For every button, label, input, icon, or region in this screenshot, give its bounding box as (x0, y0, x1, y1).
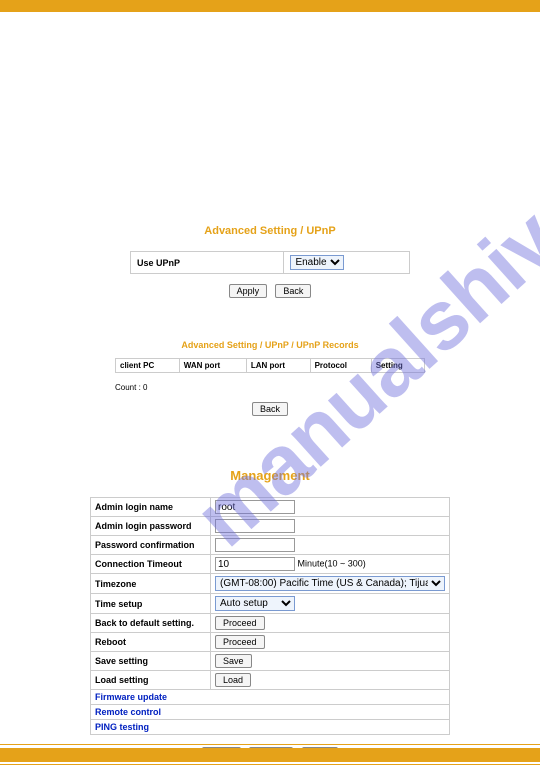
timezone-select[interactable]: (GMT-08:00) Pacific Time (US & Canada); … (215, 576, 445, 591)
records-section: Advanced Setting / UPnP / UPnP Records c… (0, 340, 540, 416)
load-cell: Load (211, 671, 450, 690)
ping-testing-link[interactable]: PING testing (91, 720, 450, 735)
bottom-line-1 (0, 744, 540, 745)
mgmt-section: Management Admin login name Admin login … (0, 468, 540, 761)
pw-confirm-label: Password confirmation (91, 536, 211, 555)
reboot-proceed-button[interactable]: Proceed (215, 635, 265, 649)
load-label: Load setting (91, 671, 211, 690)
mgmt-title: Management (0, 468, 540, 483)
mgmt-table: Admin login name Admin login password Pa… (90, 497, 450, 735)
top-bar (0, 0, 540, 12)
login-pw-cell (211, 517, 450, 536)
upnp-apply-button[interactable]: Apply (229, 284, 268, 298)
save-label: Save setting (91, 652, 211, 671)
timeout-cell: Minute(10 ~ 300) (211, 555, 450, 574)
records-table: client PC WAN port LAN port Protocol Set… (115, 358, 425, 373)
upnp-table: Use UPnP Enable (130, 251, 410, 274)
timezone-cell: (GMT-08:00) Pacific Time (US & Canada); … (211, 574, 450, 594)
bottom-line-2 (0, 764, 540, 765)
records-back-button[interactable]: Back (252, 402, 288, 416)
time-setup-cell: Auto setup (211, 594, 450, 614)
pw-confirm-input[interactable] (215, 538, 295, 552)
pw-confirm-cell (211, 536, 450, 555)
upnp-title: Advanced Setting / UPnP (0, 225, 540, 237)
time-setup-select[interactable]: Auto setup (215, 596, 295, 611)
col-setting: Setting (371, 359, 424, 373)
default-cell: Proceed (211, 614, 450, 633)
records-count: Count : 0 (115, 383, 540, 392)
col-protocol: Protocol (310, 359, 371, 373)
timeout-label: Connection Timeout (91, 555, 211, 574)
records-title: Advanced Setting / UPnP / UPnP Records (0, 340, 540, 350)
upnp-btn-row: Apply Back (0, 284, 540, 298)
use-upnp-select[interactable]: Enable (290, 255, 344, 270)
col-lan: LAN port (246, 359, 310, 373)
load-button[interactable]: Load (215, 673, 251, 687)
col-wan: WAN port (179, 359, 246, 373)
use-upnp-cell: Enable (284, 252, 410, 274)
login-name-input[interactable] (215, 500, 295, 514)
login-pw-input[interactable] (215, 519, 295, 533)
login-name-cell (211, 498, 450, 517)
firmware-update-link[interactable]: Firmware update (91, 690, 450, 705)
login-name-label: Admin login name (91, 498, 211, 517)
timeout-hint: Minute(10 ~ 300) (298, 559, 366, 569)
save-cell: Save (211, 652, 450, 671)
bottom-bar (0, 748, 540, 762)
save-button[interactable]: Save (215, 654, 252, 668)
timezone-label: Timezone (91, 574, 211, 594)
use-upnp-label: Use UPnP (131, 252, 284, 274)
default-proceed-button[interactable]: Proceed (215, 616, 265, 630)
timeout-input[interactable] (215, 557, 295, 571)
upnp-section: Advanced Setting / UPnP Use UPnP Enable … (0, 225, 540, 298)
reboot-label: Reboot (91, 633, 211, 652)
time-setup-label: Time setup (91, 594, 211, 614)
remote-control-link[interactable]: Remote control (91, 705, 450, 720)
reboot-cell: Proceed (211, 633, 450, 652)
login-pw-label: Admin login password (91, 517, 211, 536)
col-client: client PC (116, 359, 180, 373)
upnp-back-button[interactable]: Back (275, 284, 311, 298)
records-btn-row: Back (0, 402, 540, 416)
default-label: Back to default setting. (91, 614, 211, 633)
